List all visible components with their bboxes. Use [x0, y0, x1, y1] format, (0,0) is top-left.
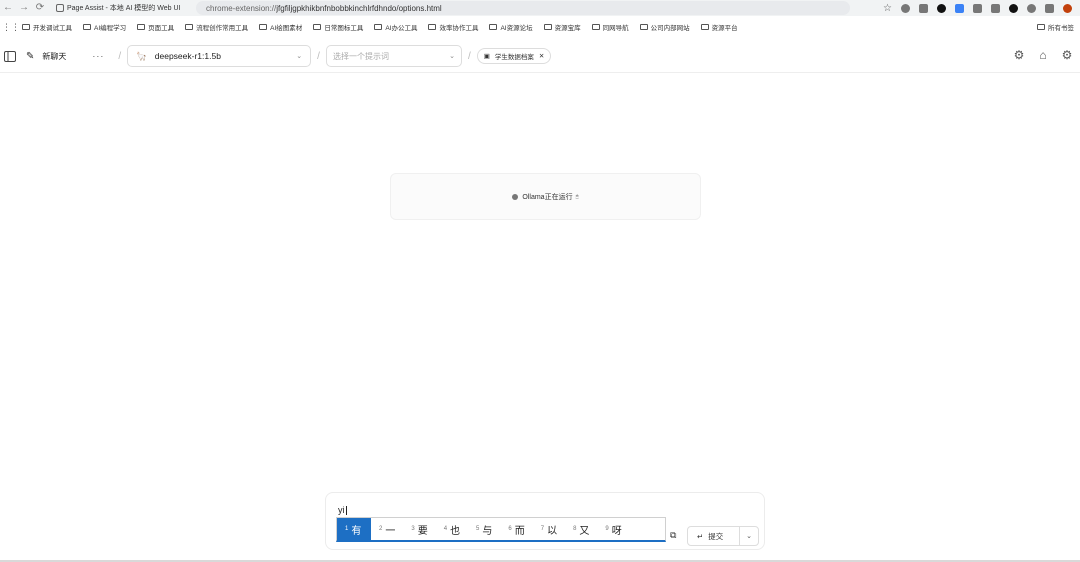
knowledge-chip[interactable]: ▣ 学生数据档案 ✕ — [476, 48, 552, 64]
model-value: deepseek-r1:1.5b — [154, 51, 221, 61]
extension-b-icon[interactable] — [919, 3, 928, 13]
extension-d-icon[interactable] — [955, 3, 964, 13]
new-chat-label: 新聊天 — [42, 51, 67, 61]
sidebar-toggle-icon[interactable] — [0, 46, 20, 66]
ime-candidate[interactable]: 1有 — [337, 517, 371, 541]
bookmark-star-icon[interactable]: ☆ — [883, 3, 892, 13]
gear-icon[interactable]: ⚙ — [1058, 46, 1076, 64]
status-note: 🖱 — [575, 193, 579, 200]
divider: / — [467, 50, 471, 62]
bookmark-folder[interactable]: AI编程学习 — [83, 22, 126, 32]
submit-options-chevron-icon[interactable]: ⌄ — [740, 532, 758, 540]
knowledge-icon: ▣ — [483, 53, 490, 60]
ime-candidate[interactable]: 9呀 — [597, 518, 629, 541]
status-text: Ollama正在运行 — [522, 193, 573, 201]
ime-candidate[interactable]: 4也 — [436, 518, 468, 541]
folder-icon — [1037, 24, 1045, 30]
extension-e-icon[interactable] — [973, 3, 982, 13]
folder-icon — [700, 24, 709, 30]
ollama-status-card: Ollama正在运行 🖱 — [390, 173, 701, 220]
reload-icon[interactable]: ⟳ — [32, 1, 48, 15]
text-caret — [345, 506, 347, 516]
model-icon: 🦙 — [136, 50, 147, 61]
bookmark-folder[interactable]: 同网导航 — [591, 22, 629, 32]
status-dot-icon — [512, 193, 519, 200]
submit-button[interactable]: ↵ 提交 — [688, 527, 740, 545]
chevron-down-icon: ⌄ — [296, 53, 303, 60]
ime-candidate[interactable]: 8又 — [565, 518, 597, 541]
ime-candidate[interactable]: 7以 — [533, 518, 565, 541]
more-menu-button[interactable]: ··· — [92, 51, 104, 61]
folder-icon — [185, 24, 194, 30]
address-bar[interactable]: chrome-extension:// jfgfiljgpkhikbnfnbob… — [196, 1, 850, 15]
edit-icon: ✎ — [26, 50, 35, 62]
folder-icon — [591, 24, 600, 30]
browser-tab[interactable]: Page Assist - 本地 AI 模型的 Web UI — [56, 1, 180, 15]
ime-candidate[interactable]: 3要 — [403, 518, 435, 541]
enter-icon: ↵ — [697, 531, 704, 541]
prompt-placeholder: 选择一个提示词 — [332, 51, 389, 61]
forward-icon[interactable]: → — [16, 1, 32, 15]
bookmark-folder[interactable]: 流程创作常用工具 — [185, 22, 248, 32]
bookmark-folder[interactable]: 公司内部网站 — [639, 22, 690, 32]
url-scheme: chrome-extension:// — [206, 3, 277, 13]
new-chat-button[interactable]: ✎ 新聊天 — [26, 51, 66, 62]
folder-icon — [83, 24, 91, 30]
folder-icon — [428, 24, 437, 30]
apps-grid-icon[interactable]: ⋮⋮ — [0, 22, 22, 33]
model-select[interactable]: 🦙 deepseek-r1:1.5b ⌄ — [127, 45, 312, 67]
bookmark-folder[interactable]: 资源宝库 — [543, 22, 581, 32]
bookmarks-bar: ⋮⋮ 开发调试工具 AI编程学习 页面工具 流程创作常用工具 AI绘图素材 日常… — [0, 19, 1080, 35]
back-icon[interactable]: ← — [0, 1, 16, 15]
folder-icon — [313, 24, 322, 30]
message-input[interactable]: yi — [338, 505, 347, 516]
github-icon[interactable]: ⌂ — [1034, 46, 1052, 64]
app-header: ✎ 新聊天 ··· / 🦙 deepseek-r1:1.5b ⌄ / 选择一个提… — [0, 40, 1080, 73]
bookmark-folder[interactable]: 效率协作工具 — [428, 22, 478, 32]
tab-title: Page Assist - 本地 AI 模型的 Web UI — [67, 5, 181, 12]
tab-favicon-icon — [56, 4, 64, 12]
folder-icon — [374, 24, 383, 30]
ime-candidate[interactable]: 5与 — [468, 518, 500, 541]
knowledge-label: 学生数据档案 — [494, 54, 534, 61]
folder-icon — [489, 24, 498, 30]
folder-icon — [639, 24, 648, 30]
bookmark-folder[interactable]: 开发调试工具 — [22, 22, 72, 32]
chevron-down-icon: ⌄ — [449, 53, 455, 60]
folder-icon — [22, 24, 30, 30]
folder-icon — [137, 24, 146, 30]
all-bookmarks[interactable]: 所有书签 — [1037, 19, 1074, 35]
extension-f-icon[interactable] — [991, 3, 1000, 13]
browser-toolbar: ← → ⟳ Page Assist - 本地 AI 模型的 Web UI chr… — [0, 0, 1080, 16]
ime-expand-icon[interactable]: ⧉ — [670, 530, 676, 541]
url-path: jfgfiljgpkhikbnfnbobbkinchlrfdhndo/optio… — [276, 3, 442, 13]
bookmark-folder[interactable]: AI办公工具 — [374, 22, 417, 32]
extension-a-icon[interactable] — [901, 3, 910, 13]
extensions-puzzle-icon[interactable] — [1045, 3, 1054, 13]
folder-icon — [543, 24, 552, 30]
header-actions: ⚙ ⌂ ⚙ — [1010, 46, 1076, 64]
close-icon[interactable]: ✕ — [539, 52, 544, 60]
settings-icon[interactable]: ⚙ — [1010, 46, 1028, 64]
bookmark-folder[interactable]: 资源平台 — [700, 22, 738, 32]
ime-candidate[interactable]: 6而 — [500, 518, 532, 541]
ime-candidate-bar: 1有 2一 3要 4也 5与 6而 7以 8又 9呀 — [336, 517, 666, 542]
extension-h-icon[interactable] — [1027, 3, 1036, 13]
bookmark-folder[interactable]: 页面工具 — [137, 22, 174, 32]
extension-c-icon[interactable] — [937, 3, 946, 13]
submit-label: 提交 — [708, 531, 724, 541]
folder-icon — [259, 24, 268, 30]
bookmark-folder[interactable]: AI绘图素材 — [259, 22, 302, 32]
profile-avatar-icon[interactable] — [1063, 3, 1072, 13]
submit-button-group: ↵ 提交 ⌄ — [687, 526, 759, 546]
divider: / — [118, 50, 122, 62]
bookmark-folder[interactable]: AI资源论坛 — [489, 22, 533, 32]
extension-icons: ☆ — [883, 1, 1072, 15]
extension-g-icon[interactable] — [1009, 3, 1018, 13]
bookmark-folder[interactable]: 日常图标工具 — [313, 22, 363, 32]
prompt-select[interactable]: 选择一个提示词 ⌄ — [325, 45, 462, 67]
divider: / — [317, 50, 320, 62]
ime-candidate[interactable]: 2一 — [371, 518, 403, 541]
